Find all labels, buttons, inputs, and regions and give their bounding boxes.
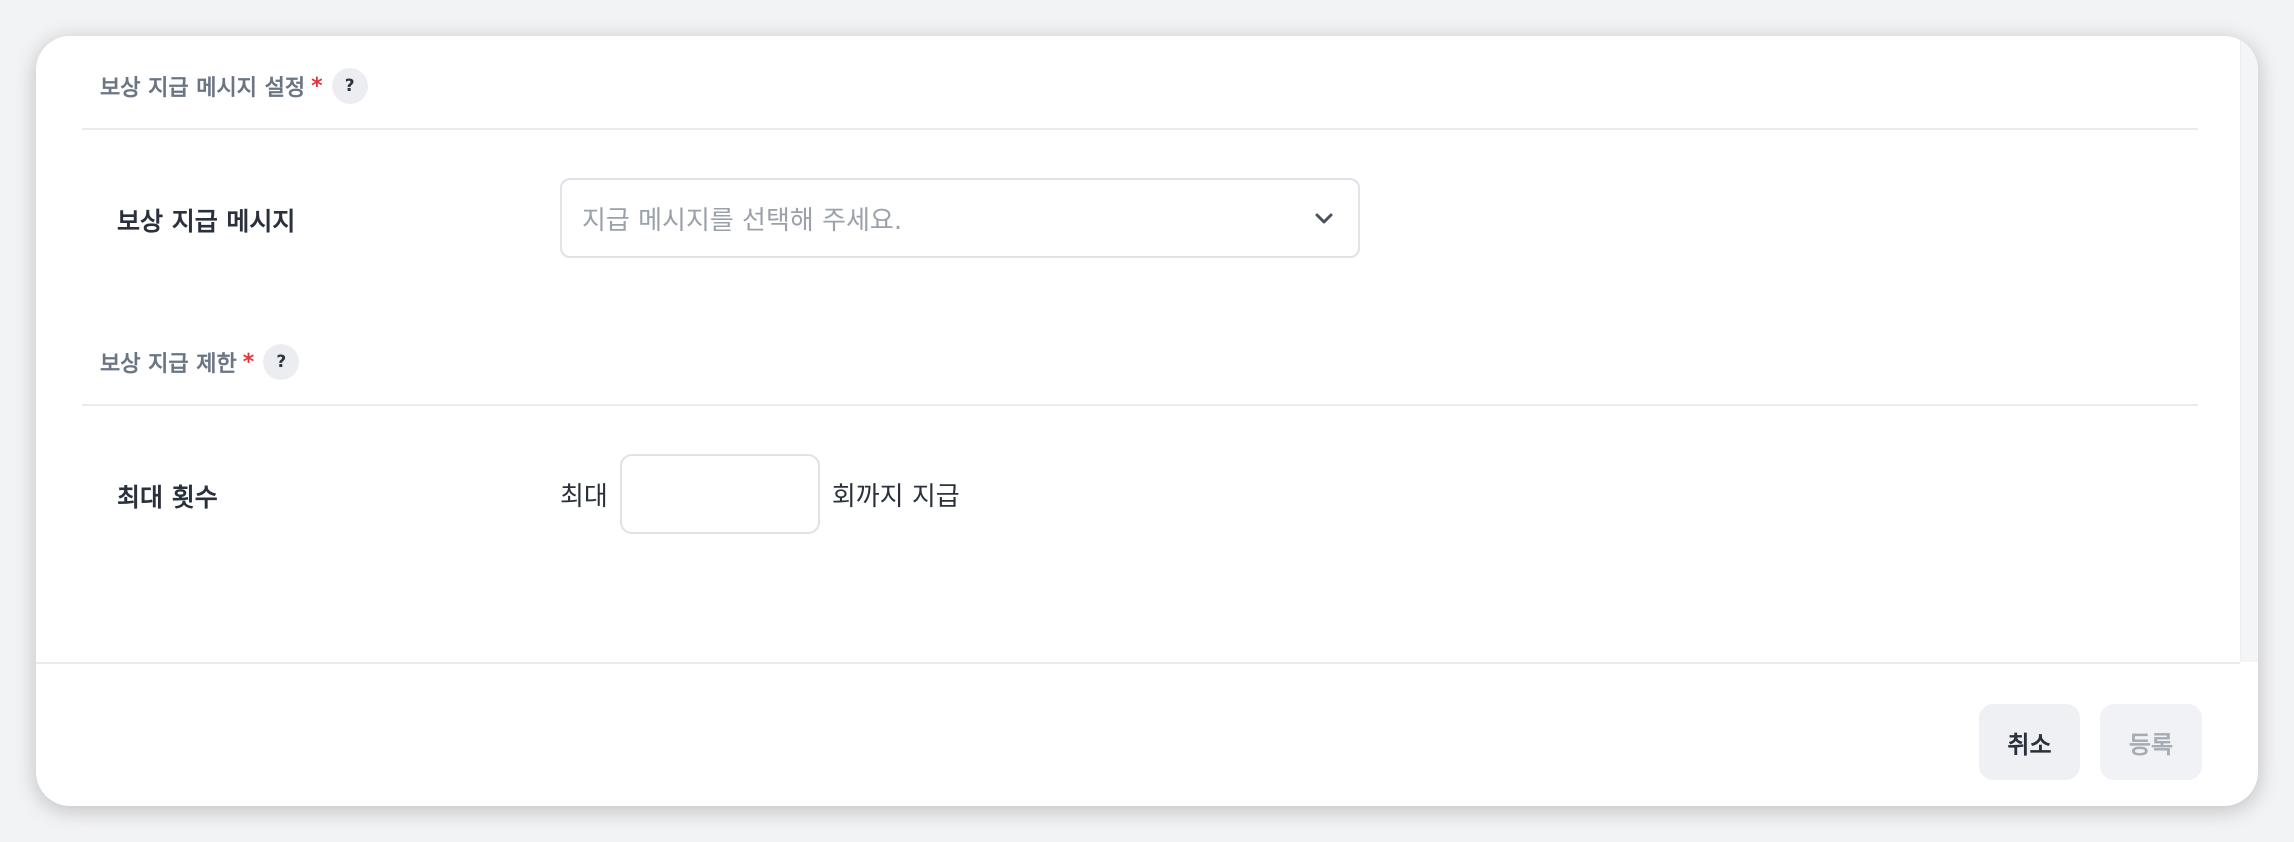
max-count-input[interactable]: [619, 454, 820, 534]
reward-settings-modal: 보상 지급 메시지 설정 * ? 보상 지급 메시지 지급 메시지를 선택해 주…: [36, 36, 2258, 806]
max-count-prefix: 최대: [560, 481, 608, 512]
cancel-button[interactable]: 취소: [1979, 704, 2080, 780]
max-count-suffix: 회까지 지급: [831, 481, 960, 512]
footer-divider: [36, 662, 2240, 664]
scrollbar[interactable]: [2240, 36, 2258, 662]
required-mark: *: [242, 349, 255, 375]
section-title-reward-limit: 보상 지급 제한 * ?: [100, 344, 300, 380]
field-label-max-count: 최대 횟수: [117, 483, 218, 512]
section-title-text: 보상 지급 제한: [100, 352, 237, 377]
question-circle-icon[interactable]: ?: [263, 344, 300, 380]
submit-button[interactable]: 등록: [2100, 704, 2202, 780]
max-count-row: 최대 회까지 지급: [560, 454, 960, 534]
section-header-reward-limit: 보상 지급 제한 * ?: [82, 36, 2198, 406]
